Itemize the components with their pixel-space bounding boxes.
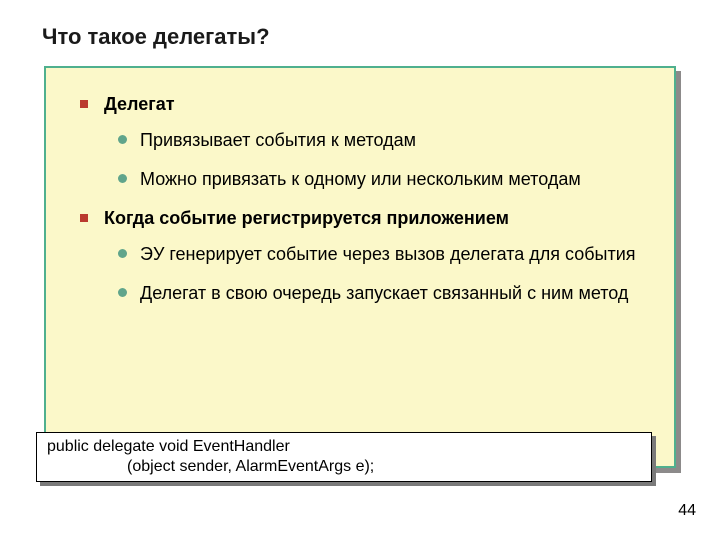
content-panel: Делегат Привязывает события к методам Мо… (44, 66, 676, 468)
slide-title: Что такое делегаты? (42, 24, 270, 50)
sub-bullet-item: Можно привязать к одному или нескольким … (104, 168, 646, 191)
sub-bullet-item: Привязывает события к методам (104, 129, 646, 152)
bullet-item: Делегат Привязывает события к методам Мо… (74, 94, 646, 192)
bullet-text: Когда событие регистрируется приложением (104, 208, 509, 228)
sub-bullet-item: Делегат в свою очередь запускает связанн… (104, 282, 646, 305)
page-number: 44 (678, 502, 696, 520)
code-box: public delegate void EventHandler (objec… (36, 432, 652, 482)
sub-bullet-item: ЭУ генерирует событие через вызов делега… (104, 243, 646, 266)
code-line: (object sender, AlarmEventArgs e); (47, 458, 374, 475)
bullet-item: Когда событие регистрируется приложением… (74, 208, 646, 306)
code-line: public delegate void EventHandler (47, 438, 290, 455)
bullet-text: Делегат (104, 94, 175, 114)
